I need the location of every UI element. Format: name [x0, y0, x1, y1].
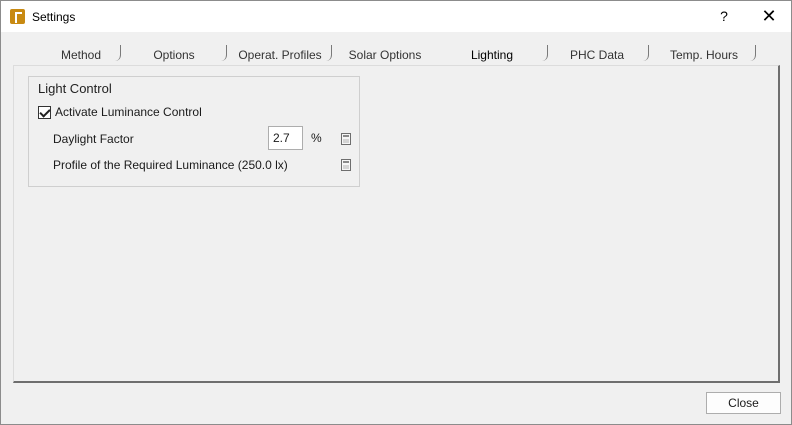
window-title: Settings: [32, 10, 76, 24]
tab-separator: [750, 45, 756, 61]
light-control-title: Light Control: [38, 81, 112, 96]
title-bar: Settings ? ✕: [1, 1, 791, 32]
required-luminance-profile-label: Profile of the Required Luminance (250.0…: [53, 158, 288, 172]
tab-separator: [221, 45, 227, 61]
tab-lighting[interactable]: Lighting: [449, 41, 535, 65]
help-button[interactable]: ?: [709, 1, 739, 32]
daylight-factor-unit: %: [311, 131, 322, 145]
tab-separator: [326, 45, 332, 61]
activate-luminance-label[interactable]: Activate Luminance Control: [55, 105, 202, 119]
tab-operat-profiles[interactable]: Operat. Profiles: [231, 41, 329, 65]
calculator-icon[interactable]: [341, 133, 351, 145]
tab-options[interactable]: Options: [129, 41, 219, 65]
settings-window: Settings ? ✕ Method Options Operat. Prof…: [0, 0, 792, 425]
daylight-factor-input[interactable]: 2.7: [268, 126, 303, 150]
light-control-group: Light Control Activate Luminance Control…: [28, 76, 360, 187]
tab-temp-hours[interactable]: Temp. Hours: [657, 41, 751, 65]
close-button[interactable]: Close: [706, 392, 781, 414]
tab-lighting-label: Lighting: [470, 48, 514, 62]
tab-phc-data[interactable]: PHC Data: [553, 41, 641, 65]
daylight-factor-label: Daylight Factor: [53, 132, 134, 146]
tab-method[interactable]: Method: [36, 41, 126, 65]
close-window-icon[interactable]: ✕: [751, 1, 787, 32]
activate-luminance-checkbox[interactable]: [38, 106, 51, 119]
tab-strip: Method Options Operat. Profiles Solar Op…: [1, 41, 791, 65]
calculator-icon[interactable]: [341, 159, 351, 171]
tab-separator: [542, 45, 548, 61]
app-logo-icon: [10, 9, 25, 24]
tab-solar-options[interactable]: Solar Options: [339, 41, 431, 65]
tab-separator: [643, 45, 649, 61]
